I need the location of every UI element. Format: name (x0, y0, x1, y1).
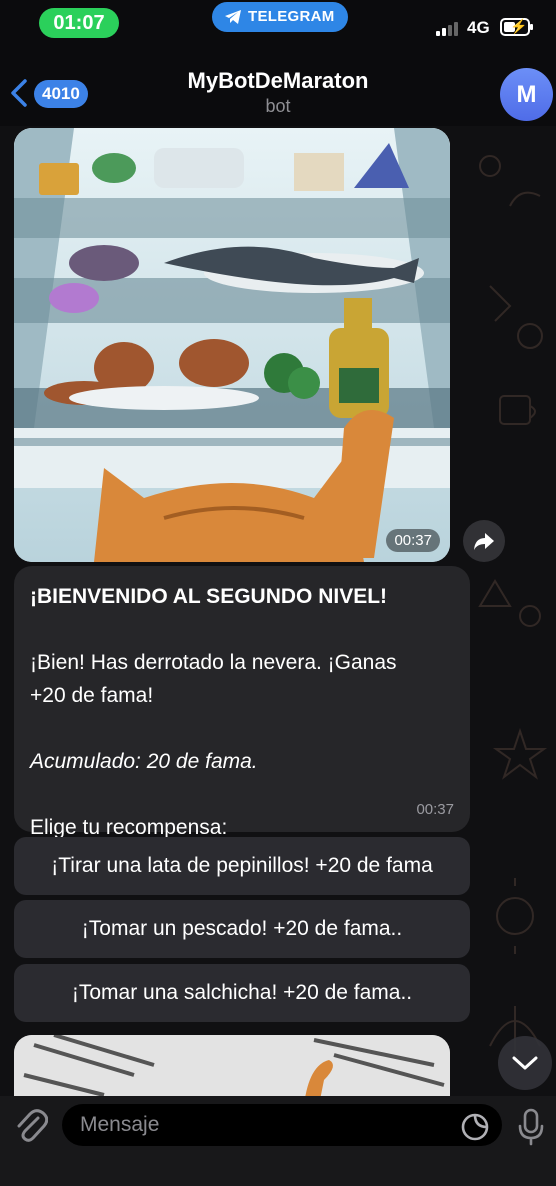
battery-icon: ⚡ (500, 18, 533, 36)
bot-text-message: ¡BIENVENIDO AL SEGUNDO NIVEL! ¡Bien! Has… (14, 566, 470, 839)
message-timestamp: 00:37 (416, 801, 454, 818)
message-heading: ¡BIENVENIDO AL SEGUNDO NIVEL! (30, 585, 388, 608)
fridge-illustration (14, 128, 450, 562)
message-line: +20 de fama! (30, 684, 154, 707)
chat-title[interactable]: MyBotDeMaraton (0, 68, 556, 94)
message-line: ¡Bien! Has derrotado la nevera. ¡Ganas (30, 651, 397, 674)
sticker-icon[interactable] (460, 1112, 490, 1142)
message-input[interactable] (62, 1104, 502, 1146)
keyboard-button-fish[interactable]: ¡Tomar un pescado! +20 de fama.. (14, 900, 470, 958)
signal-icon (436, 22, 458, 36)
action-illustration (14, 1035, 450, 1105)
message-composer (0, 1096, 556, 1186)
telegram-pill-label: TELEGRAM (248, 8, 335, 25)
share-arrow-icon (474, 533, 494, 550)
share-button[interactable] (463, 520, 505, 562)
telegram-pill[interactable]: TELEGRAM (212, 2, 348, 32)
chevron-down-icon (512, 1056, 538, 1070)
status-bar: 01:07 TELEGRAM 4G ⚡ (0, 0, 556, 48)
status-time: 01:07 (39, 8, 119, 38)
paperclip-icon[interactable] (14, 1108, 48, 1144)
keyboard-button-sausage[interactable]: ¡Tomar una salchicha! +20 de fama.. (14, 964, 470, 1022)
chat-header: 4010 MyBotDeMaraton bot M (0, 48, 556, 126)
image-message[interactable]: 00:37 (14, 128, 450, 562)
chat-subtitle: bot (265, 96, 291, 116)
message-accumulated: Acumulado: 20 de fama. (30, 750, 258, 773)
network-label: 4G (467, 18, 490, 37)
keyboard-button-pickles[interactable]: ¡Tirar una lata de pepinillos! +20 de fa… (14, 837, 470, 895)
scroll-down-button[interactable] (498, 1036, 552, 1090)
image-message-partial[interactable] (14, 1035, 450, 1105)
telegram-icon (225, 10, 241, 24)
microphone-icon[interactable] (518, 1108, 544, 1146)
image-timestamp: 00:37 (386, 529, 440, 552)
avatar[interactable]: M (500, 68, 553, 121)
